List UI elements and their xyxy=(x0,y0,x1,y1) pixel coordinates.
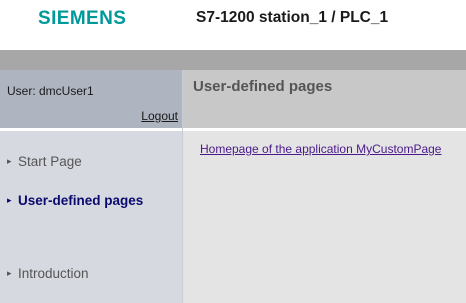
sidebar-nav: ▸ Start Page ▸ User-defined pages ▸ Introdu… xyxy=(0,131,182,303)
siemens-logo: SIEMENS xyxy=(38,8,127,29)
nav-item-label: Introduction xyxy=(18,266,89,281)
nav-item-label: User-defined pages xyxy=(18,193,144,208)
triangle-right-icon: ▸ xyxy=(7,195,12,205)
main-header: User-defined pages xyxy=(183,70,466,128)
top-bar xyxy=(0,50,466,70)
page-title: User-defined pages xyxy=(193,78,333,95)
station-title: S7-1200 station_1 / PLC_1 xyxy=(196,9,389,26)
triangle-right-icon: ▸ xyxy=(7,268,12,278)
logout-link[interactable]: Logout xyxy=(141,109,178,123)
nav-item-start-page[interactable]: ▸ Start Page xyxy=(7,154,82,169)
nav-item-user-defined-pages[interactable]: ▸ User-defined pages xyxy=(7,193,143,208)
header: SIEMENS S7-1200 station_1 / PLC_1 xyxy=(0,0,466,50)
main-content: Homepage of the application MyCustomPage xyxy=(183,131,466,303)
triangle-right-icon: ▸ xyxy=(7,156,12,166)
page: SIEMENS S7-1200 station_1 / PLC_1 User: … xyxy=(0,0,466,303)
app-homepage-link[interactable]: Homepage of the application MyCustomPage xyxy=(200,142,441,156)
nav-item-label: Start Page xyxy=(18,154,82,169)
user-label: User: dmcUser1 xyxy=(7,84,94,98)
user-panel: User: dmcUser1 Logout xyxy=(0,70,182,128)
nav-item-introduction[interactable]: ▸ Introduction xyxy=(7,266,89,281)
